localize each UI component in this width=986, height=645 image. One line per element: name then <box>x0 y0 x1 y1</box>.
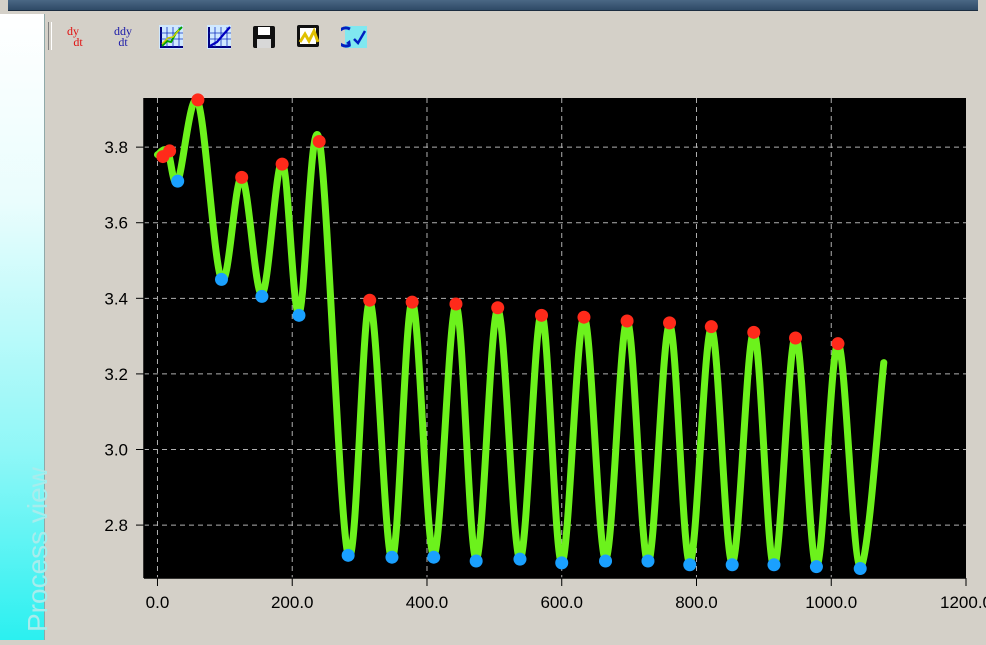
max-point <box>312 134 326 148</box>
min-point <box>683 558 697 572</box>
min-point <box>513 552 527 566</box>
max-point <box>491 301 505 315</box>
multi-curve-plot-button[interactable] <box>156 22 186 52</box>
x-tick-label: 800.0 <box>675 593 718 612</box>
min-point <box>427 550 441 564</box>
min-point <box>214 272 228 286</box>
min-point <box>809 560 823 574</box>
y-tick-label: 3.2 <box>104 365 128 384</box>
process-chart[interactable]: 0.0 200.0 400.0 600.0 800.0 1000.0 1200.0 2.8 3.… <box>44 58 986 640</box>
min-point <box>767 558 781 572</box>
max-point <box>363 293 377 307</box>
max-point <box>620 314 634 328</box>
single-curve-plot-button[interactable] <box>204 22 234 52</box>
x-tick-label: 600.0 <box>540 593 583 612</box>
window-title-bar <box>0 0 986 14</box>
max-point <box>577 310 591 324</box>
min-point <box>171 174 185 188</box>
min-point <box>292 308 306 322</box>
toolbar-grip[interactable] <box>48 22 52 50</box>
chart-svg: 0.0 200.0 400.0 600.0 800.0 1000.0 1200.0 2.8 3.… <box>104 93 986 612</box>
y-tick-label: 2.8 <box>104 516 128 535</box>
max-point <box>663 316 677 330</box>
min-point <box>555 556 569 570</box>
max-point <box>405 295 419 309</box>
refresh-chart-icon <box>341 26 367 48</box>
max-point <box>535 308 549 322</box>
y-tick-label: 3.8 <box>104 138 128 157</box>
max-point <box>191 93 205 107</box>
max-point <box>747 325 761 339</box>
max-point <box>831 337 845 351</box>
min-point <box>255 289 269 303</box>
x-tick-label: 1000.0 <box>805 593 857 612</box>
min-point <box>385 550 399 564</box>
save-button[interactable] <box>249 22 279 52</box>
min-point <box>469 554 483 568</box>
x-tick-label: 1200.0 <box>940 593 986 612</box>
max-point <box>163 144 177 158</box>
dy-dt-icon: dy dt <box>63 25 83 49</box>
x-tick-label: 0.0 <box>146 593 170 612</box>
refresh-button[interactable] <box>340 22 370 52</box>
save-chart-icon <box>297 25 320 47</box>
save-plot-button[interactable] <box>294 22 324 52</box>
max-point <box>704 320 718 334</box>
x-tick-label: 200.0 <box>271 593 314 612</box>
line-chart-icon <box>207 25 231 49</box>
second-derivative-button[interactable]: ddy dt <box>108 22 138 52</box>
max-point <box>449 297 463 311</box>
min-point <box>341 548 355 562</box>
toolbar: dy dt ddy dt <box>44 14 986 58</box>
min-point <box>641 554 655 568</box>
y-tick-label: 3.6 <box>104 214 128 233</box>
min-point <box>853 562 867 576</box>
dt-denominator: dt <box>73 35 83 49</box>
floppy-disk-icon <box>253 26 275 48</box>
y-tick-label: 3.0 <box>104 440 128 459</box>
dt-denominator: dt <box>118 35 128 49</box>
min-point <box>725 558 739 572</box>
max-point <box>235 170 249 184</box>
min-point <box>599 554 613 568</box>
x-tick-label: 400.0 <box>406 593 449 612</box>
process-view-sidebar[interactable]: Process view <box>0 14 53 640</box>
multi-curve-chart-icon <box>159 25 183 49</box>
max-point <box>275 157 289 171</box>
y-tick-label: 3.4 <box>104 289 128 308</box>
first-derivative-button[interactable]: dy dt <box>58 22 88 52</box>
ddy-dt-icon: ddy dt <box>114 25 132 49</box>
max-point <box>789 331 803 345</box>
